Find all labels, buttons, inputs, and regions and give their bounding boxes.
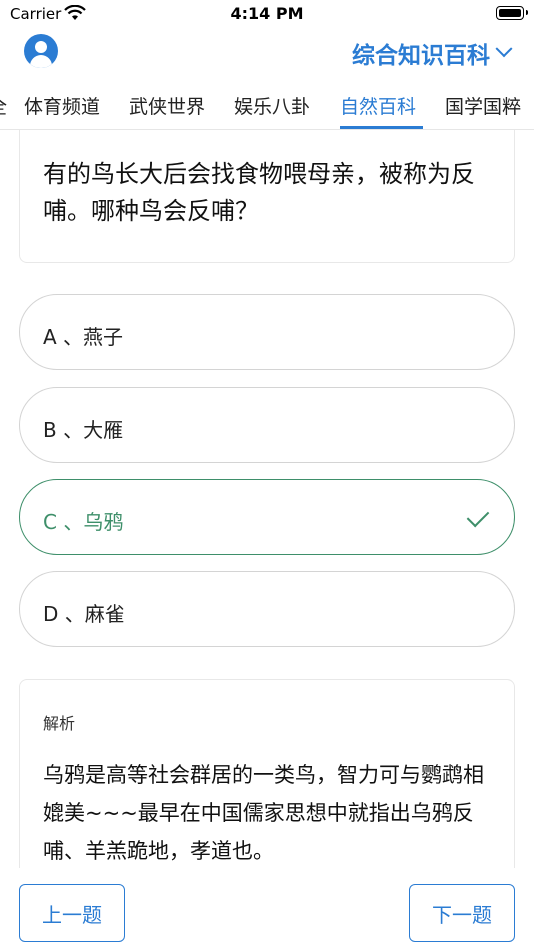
option-d[interactable]: D 、麻雀 <box>19 571 515 647</box>
option-c[interactable]: C 、乌鸦 <box>19 479 515 555</box>
checkmark-icon <box>466 504 490 528</box>
tab-nature[interactable]: 自然百科 <box>340 92 416 119</box>
app-screen: Carrier 4:14 PM 综合知识百科 全 体育频道 武侠世界 娱乐八卦 … <box>0 0 534 950</box>
category-tabs: 全 体育频道 武侠世界 娱乐八卦 自然百科 国学国粹 <box>0 84 534 130</box>
option-label: C 、乌鸦 <box>43 510 124 534</box>
clock: 4:14 PM <box>230 4 304 23</box>
tab-entertainment[interactable]: 娱乐八卦 <box>234 92 310 119</box>
category-selector[interactable]: 综合知识百科 <box>352 36 513 70</box>
status-bar: Carrier 4:14 PM <box>0 0 534 30</box>
category-label: 综合知识百科 <box>352 43 490 69</box>
chevron-down-icon <box>495 40 513 58</box>
tab-sinology[interactable]: 国学国粹 <box>445 92 521 119</box>
option-label: A 、燕子 <box>43 325 124 349</box>
option-label: D 、麻雀 <box>43 602 125 626</box>
user-avatar-icon[interactable] <box>24 34 58 68</box>
option-b[interactable]: B 、大雁 <box>19 387 515 463</box>
next-question-button[interactable]: 下一题 <box>409 884 515 942</box>
question-card: 有的鸟长大后会找食物喂母亲，被称为反哺。哪种鸟会反哺？ <box>19 130 515 263</box>
battery-icon <box>496 6 528 20</box>
option-a[interactable]: A 、燕子 <box>19 294 515 370</box>
question-text: 有的鸟长大后会找食物喂母亲，被称为反哺。哪种鸟会反哺？ <box>43 160 475 225</box>
option-label: B 、大雁 <box>43 418 124 442</box>
analysis-title: 解析 <box>43 714 76 733</box>
tab-wuxia[interactable]: 武侠世界 <box>129 92 205 119</box>
analysis-text: 乌鸦是高等社会群居的一类鸟，智力可与鹦鹉相媲美~~~最早在中国儒家思想中就指出乌… <box>43 763 484 863</box>
tab-sports[interactable]: 体育频道 <box>24 92 100 119</box>
bottom-nav-bar: 上一题 下一题 <box>0 868 534 950</box>
active-tab-indicator <box>340 126 423 129</box>
prev-question-button[interactable]: 上一题 <box>19 884 125 942</box>
tab-partial[interactable]: 全 <box>0 92 7 119</box>
